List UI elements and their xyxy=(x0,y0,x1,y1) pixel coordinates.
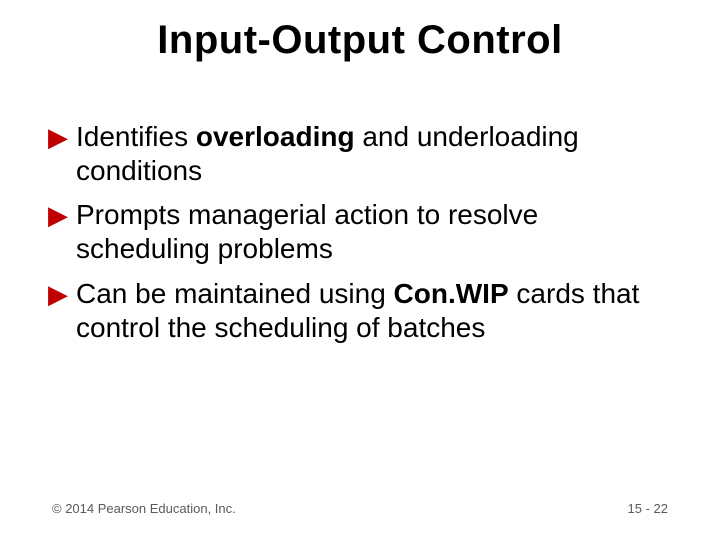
bullet-marker-icon: ▶ xyxy=(48,200,68,232)
text-segment: Identifies xyxy=(76,121,196,152)
bullet-list: ▶ Identifies overloading and underloadin… xyxy=(48,120,672,355)
page-number: 15 - 22 xyxy=(628,501,668,516)
slide-title: Input-Output Control xyxy=(0,18,720,63)
text-segment: Prompts managerial action to resolve sch… xyxy=(76,199,538,264)
copyright-text: © 2014 Pearson Education, Inc. xyxy=(52,501,236,516)
slide: Input-Output Control ▶ Identifies overlo… xyxy=(0,0,720,540)
footer: © 2014 Pearson Education, Inc. 15 - 22 xyxy=(52,501,668,516)
list-item: ▶ Can be maintained using Con.WIP cards … xyxy=(48,277,672,345)
text-bold: overloading xyxy=(196,121,355,152)
list-item: ▶ Prompts managerial action to resolve s… xyxy=(48,198,672,266)
text-segment: Can be maintained using xyxy=(76,278,394,309)
bullet-text: Can be maintained using Con.WIP cards th… xyxy=(76,277,672,345)
bullet-text: Prompts managerial action to resolve sch… xyxy=(76,198,672,266)
list-item: ▶ Identifies overloading and underloadin… xyxy=(48,120,672,188)
bullet-text: Identifies overloading and underloading … xyxy=(76,120,672,188)
bullet-marker-icon: ▶ xyxy=(48,122,68,154)
bullet-marker-icon: ▶ xyxy=(48,279,68,311)
text-bold: Con.WIP xyxy=(394,278,509,309)
